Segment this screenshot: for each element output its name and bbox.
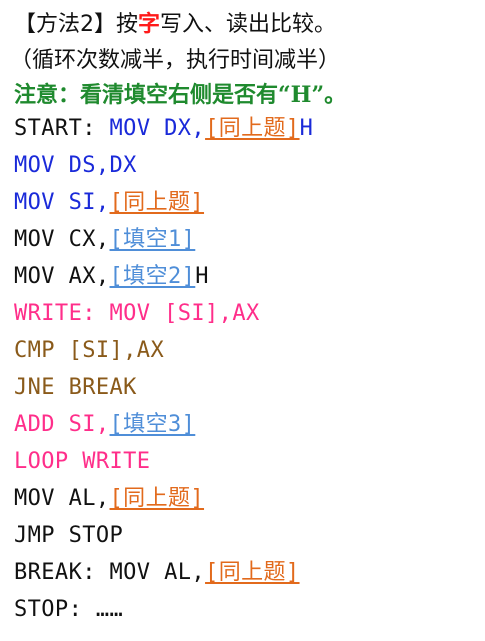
code-segment: BREAK: MOV AL, [14,560,206,585]
fill-in-blank: [填空1] [109,227,196,252]
code-line: MOV AL,[同上题] [14,488,204,510]
code-line: ADD SI,[填空3] [14,414,195,436]
code-line: MOV SI,[同上题] [14,192,204,214]
code-line: WRITE: MOV [SI],AX [14,303,260,325]
fill-in-blank: [同上题] [109,486,205,511]
code-segment: MOV DX, [109,116,206,141]
code-line: MOV DS,DX [14,155,137,177]
title-prefix: 【方法2】按 [14,12,138,37]
code-segment: JMP STOP [14,523,124,548]
code-segment: MOV AX, [14,264,110,289]
code-segment: H [195,264,209,289]
title-suffix: 写入、读出比较。 [160,12,337,37]
code-segment: STOP: …… [14,597,124,622]
code-segment: CMP [SI],AX [14,338,165,363]
code-segment: MOV SI, [14,190,110,215]
fill-in-blank: [填空2] [109,264,196,289]
code-line: LOOP WRITE [14,451,150,473]
code-segment: ADD SI, [14,412,110,437]
fill-in-blank: [同上题] [205,116,300,141]
code-line: JMP STOP [14,525,123,547]
code-segment: LOOP WRITE [14,449,151,474]
code-segment: JNE BREAK [14,375,137,400]
title-highlight: 字 [138,12,161,37]
title-line: 【方法2】按字写入、读出比较。 [14,14,336,36]
code-segment: H [299,116,314,141]
code-line: START: MOV DX,[同上题]H [14,118,313,140]
fill-in-blank: [同上题] [205,560,300,585]
note-line: 注意：看清填空右侧是否有“H”。 [14,82,347,108]
subtitle-line: （循环次数减半，执行时间减半） [10,48,341,73]
code-segment: MOV DS,DX [14,153,137,178]
fill-in-blank: [同上题] [109,190,205,215]
fill-in-blank: [填空3] [109,412,196,437]
code-segment: WRITE: MOV [SI],AX [14,301,260,326]
code-line: STOP: …… [14,599,123,621]
slide: 【方法2】按字写入、读出比较。 （循环次数减半，执行时间减半） 注意：看清填空右… [0,0,485,641]
code-segment: MOV AL, [14,486,110,511]
code-line: MOV CX,[填空1] [14,229,195,251]
code-segment: START: [14,116,110,141]
code-segment: MOV CX, [14,227,110,252]
code-line: CMP [SI],AX [14,340,164,362]
code-line: JNE BREAK [14,377,137,399]
code-line: BREAK: MOV AL,[同上题] [14,562,300,584]
code-line: MOV AX,[填空2]H [14,266,209,288]
